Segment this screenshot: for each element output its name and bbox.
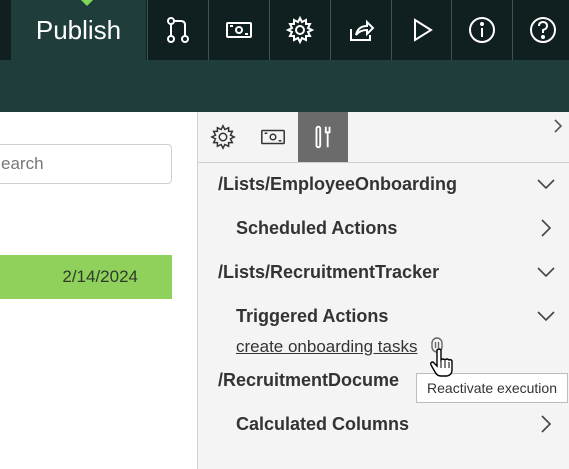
- share-icon: [349, 19, 374, 41]
- publish-tab[interactable]: Publish: [11, 0, 146, 60]
- info-icon: [468, 17, 495, 43]
- top-toolbar: Publish: [0, 0, 569, 60]
- list-item-employee-onboarding[interactable]: /Lists/EmployeeOnboarding: [198, 164, 569, 204]
- tab-tools[interactable]: [298, 112, 348, 162]
- tooltip-text: Reactivate execution: [427, 380, 557, 396]
- section-label: Triggered Actions: [236, 305, 389, 326]
- play-icon: [413, 18, 433, 42]
- action-link-row: create onboarding tasks: [236, 334, 417, 360]
- create-onboarding-tasks-link[interactable]: create onboarding tasks: [236, 337, 417, 357]
- run-button[interactable]: [391, 0, 451, 60]
- tab-settings[interactable]: [198, 112, 248, 162]
- search-input[interactable]: earch: [0, 144, 172, 184]
- chevron-down-icon[interactable]: [536, 174, 556, 194]
- settings-button[interactable]: [269, 0, 329, 60]
- section-calculated-columns[interactable]: Calculated Columns: [198, 404, 569, 444]
- money-icon: [225, 22, 252, 38]
- list-item-recruitment-tracker[interactable]: /Lists/RecruitmentTracker: [198, 252, 569, 292]
- section-label: Scheduled Actions: [236, 217, 398, 238]
- chevron-right-icon[interactable]: [536, 414, 556, 434]
- branch-button[interactable]: [147, 0, 207, 60]
- section-label: Calculated Columns: [236, 413, 410, 434]
- panel-tabs: [198, 112, 569, 163]
- publish-label: Publish: [35, 14, 122, 45]
- publish-caret-icon: [81, 0, 93, 6]
- list-path-label: /RecruitmentDocume: [218, 369, 400, 390]
- section-scheduled-actions[interactable]: Scheduled Actions: [198, 208, 569, 248]
- help-button[interactable]: [512, 0, 569, 60]
- chevron-down-icon[interactable]: [536, 262, 556, 282]
- tools-icon: [315, 125, 331, 149]
- list-path-label: /Lists/RecruitmentTracker: [218, 261, 440, 282]
- list-path-label: /Lists/EmployeeOnboarding: [218, 173, 458, 194]
- help-icon: [529, 17, 556, 43]
- share-button[interactable]: [330, 0, 390, 60]
- header-strip: [0, 60, 569, 112]
- actions-panel: /Lists/EmployeeOnboarding Scheduled Acti…: [197, 112, 569, 469]
- chevron-right-icon[interactable]: [536, 218, 556, 238]
- chevron-right-icon[interactable]: [550, 118, 566, 134]
- gear-icon: [285, 15, 314, 45]
- tab-budget[interactable]: [248, 112, 298, 162]
- left-pane: earch 2/14/2024: [0, 112, 197, 469]
- selected-row[interactable]: 2/14/2024: [0, 255, 172, 299]
- date-value: 2/14/2024: [62, 267, 138, 286]
- money-icon: [261, 129, 285, 145]
- info-button[interactable]: [451, 0, 511, 60]
- search-placeholder: earch: [1, 154, 44, 173]
- hand-cursor-icon: [430, 348, 453, 377]
- money-button[interactable]: [208, 0, 268, 60]
- section-triggered-actions[interactable]: Triggered Actions: [198, 296, 569, 336]
- chevron-down-icon[interactable]: [536, 306, 556, 326]
- gear-icon: [210, 124, 236, 150]
- branch-icon: [166, 17, 189, 43]
